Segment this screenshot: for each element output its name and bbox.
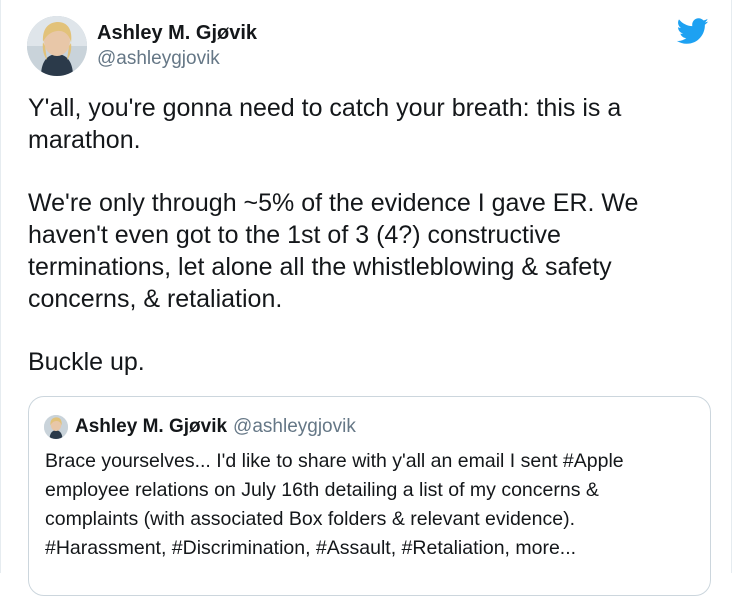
- quoted-tweet-header: Ashley M. Gjøvik @ashleygjovik: [44, 415, 356, 439]
- tweet-header: Ashley M. Gjøvik @ashleygjovik: [27, 16, 257, 80]
- author-display-name[interactable]: Ashley M. Gjøvik: [97, 21, 257, 46]
- tweet-paragraph-1: Y'all, you're gonna need to catch your b…: [28, 94, 622, 154]
- twitter-bird-icon[interactable]: [677, 18, 709, 45]
- author-info: Ashley M. Gjøvik @ashleygjovik: [97, 16, 257, 71]
- avatar-image: [27, 16, 87, 76]
- quoted-author-display-name[interactable]: Ashley M. Gjøvik: [75, 416, 227, 438]
- quoted-tweet[interactable]: Ashley M. Gjøvik @ashleygjovik Brace you…: [28, 396, 711, 596]
- author-handle[interactable]: @ashleygjovik: [97, 46, 257, 71]
- tweet-paragraph-3: Buckle up.: [28, 348, 145, 376]
- quoted-avatar-image: [44, 415, 68, 439]
- quoted-avatar: [44, 415, 68, 439]
- quoted-author-handle[interactable]: @ashleygjovik: [233, 416, 356, 438]
- avatar[interactable]: [27, 16, 87, 76]
- tweet-paragraph-2: We're only through ~5% of the evidence I…: [28, 189, 639, 313]
- quoted-tweet-text: Brace yourselves... I'd like to share wi…: [45, 450, 624, 559]
- tweet-card: Ashley M. Gjøvik @ashleygjovik Y'all, yo…: [0, 0, 732, 596]
- tweet-text: Y'all, you're gonna need to catch your b…: [28, 92, 708, 409]
